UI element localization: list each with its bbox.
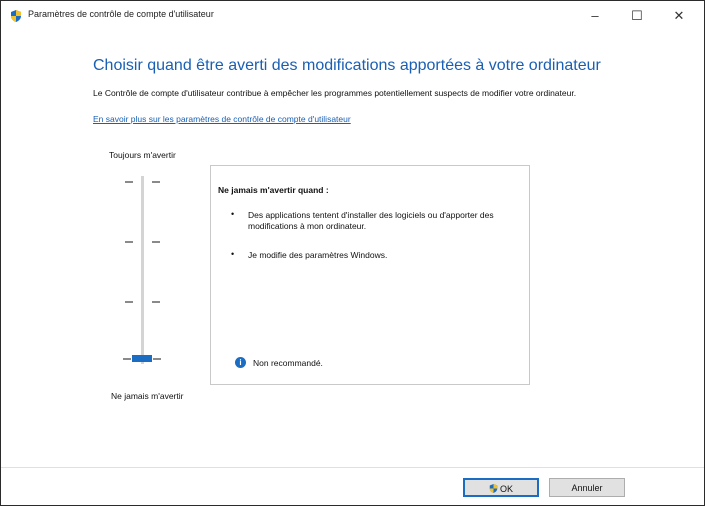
slider-tick: [152, 181, 160, 183]
slider-thumb[interactable]: [132, 355, 152, 362]
panel-bullet-1: Des applications tentent d'installer des…: [248, 210, 494, 231]
ok-label: OK: [499, 484, 513, 494]
close-button[interactable]: ✕: [661, 5, 697, 27]
slider-tick: [152, 301, 160, 303]
title-bar[interactable]: Paramètres de contrôle de compte d'utili…: [1, 1, 704, 31]
description-text: Le Contrôle de compte d'utilisateur cont…: [93, 88, 577, 98]
slider-track[interactable]: [141, 176, 144, 364]
ok-button[interactable]: OK: [463, 478, 539, 497]
page-heading: Choisir quand être averti des modificati…: [93, 57, 601, 74]
panel-title: Ne jamais m'avertir quand :: [218, 185, 329, 195]
uac-settings-window: Paramètres de contrôle de compte d'utili…: [0, 0, 705, 506]
shield-icon: [11, 10, 21, 22]
info-icon: i: [235, 357, 246, 368]
footer-divider: [1, 467, 704, 468]
slider-tick: [125, 241, 133, 243]
shield-icon: [489, 484, 498, 493]
bullet-icon: •: [231, 249, 235, 259]
slider-tick: [153, 358, 161, 360]
slider-tick: [152, 241, 160, 243]
cancel-button[interactable]: Annuler: [549, 478, 625, 497]
panel-bullet-2: Je modifie des paramètres Windows.: [248, 250, 388, 260]
slider-tick: [125, 181, 133, 183]
slider-top-label: Toujours m'avertir: [109, 150, 176, 160]
maximize-button[interactable]: ☐: [619, 5, 655, 27]
bullet-icon: •: [231, 209, 235, 219]
learn-more-link[interactable]: En savoir plus sur les paramètres de con…: [93, 114, 351, 124]
minimize-button[interactable]: –: [577, 5, 613, 27]
window-title: Paramètres de contrôle de compte d'utili…: [28, 9, 214, 19]
slider-tick: [123, 358, 131, 360]
slider-tick: [125, 301, 133, 303]
info-text: Non recommandé.: [253, 358, 323, 368]
slider-bottom-label: Ne jamais m'avertir: [111, 391, 184, 401]
level-description-panel: [210, 165, 530, 385]
